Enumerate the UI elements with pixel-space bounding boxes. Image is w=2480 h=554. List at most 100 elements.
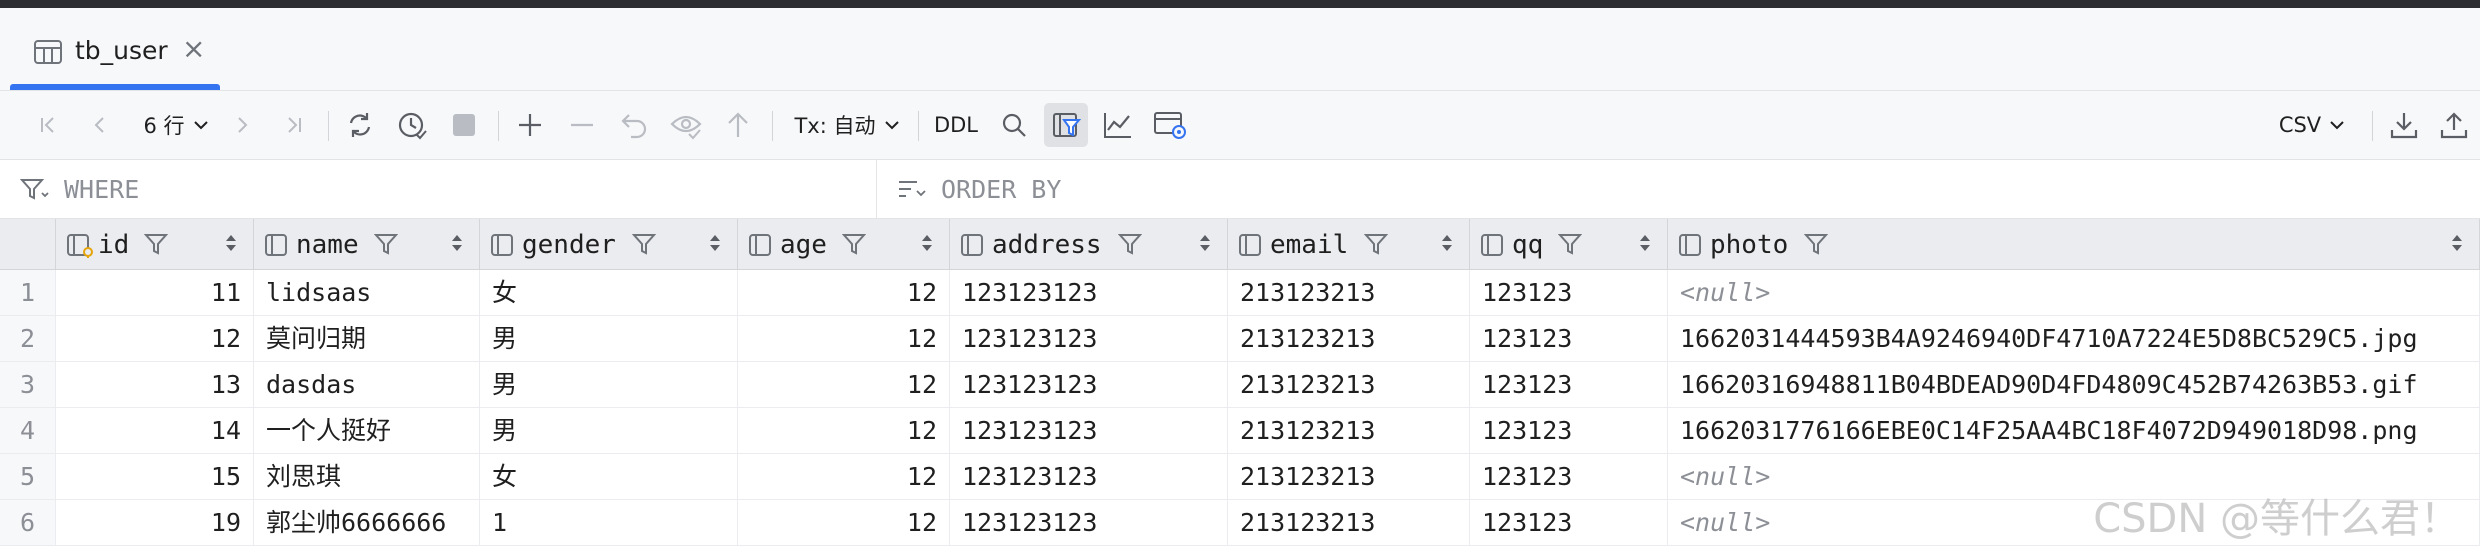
cell-qq[interactable]: 123123 bbox=[1470, 408, 1668, 453]
cell-id[interactable]: 12 bbox=[56, 316, 254, 361]
column-filter-icon[interactable] bbox=[1117, 233, 1143, 259]
sort-arrows-icon[interactable] bbox=[1440, 232, 1454, 254]
order-by-input[interactable]: ORDER BY bbox=[877, 160, 2477, 218]
last-page-icon[interactable] bbox=[272, 103, 316, 147]
cell-qq[interactable]: 123123 bbox=[1470, 270, 1668, 315]
cell-qq[interactable]: 123123 bbox=[1470, 362, 1668, 407]
cell-photo[interactable]: 1662031444593B4A9246940DF4710A7224E5D8BC… bbox=[1668, 316, 2480, 361]
cell-email[interactable]: 213123213 bbox=[1228, 500, 1470, 545]
sort-arrows-icon[interactable] bbox=[450, 232, 464, 254]
cell-address[interactable]: 123123123 bbox=[950, 408, 1228, 453]
cell-qq[interactable]: 123123 bbox=[1470, 316, 1668, 361]
cell-photo[interactable]: 16620316948811B04BDEAD90D4FD4809C452B742… bbox=[1668, 362, 2480, 407]
search-icon[interactable] bbox=[992, 103, 1036, 147]
cell-qq[interactable]: 123123 bbox=[1470, 500, 1668, 545]
download-icon[interactable] bbox=[2382, 103, 2426, 147]
column-filter-icon[interactable] bbox=[841, 233, 867, 259]
filter-toggle-icon[interactable] bbox=[1044, 103, 1088, 147]
preview-changes-icon[interactable] bbox=[664, 103, 708, 147]
transaction-mode-dropdown[interactable]: Tx: 自动 bbox=[790, 103, 904, 147]
cell-name[interactable]: 莫问归期 bbox=[254, 316, 480, 361]
cell-gender[interactable]: 女 bbox=[480, 454, 738, 499]
refresh-icon[interactable] bbox=[338, 103, 382, 147]
column-filter-icon[interactable] bbox=[1557, 233, 1583, 259]
column-header-address[interactable]: address bbox=[950, 219, 1228, 269]
cell-photo[interactable]: <null> bbox=[1668, 270, 2480, 315]
column-filter-icon[interactable] bbox=[631, 233, 657, 259]
cell-name[interactable]: lidsaas bbox=[254, 270, 480, 315]
upload-icon[interactable] bbox=[2432, 103, 2476, 147]
sort-arrows-icon[interactable] bbox=[2450, 232, 2464, 254]
submit-up-arrow-icon[interactable] bbox=[716, 103, 760, 147]
cell-id[interactable]: 14 bbox=[56, 408, 254, 453]
first-page-icon[interactable] bbox=[26, 103, 70, 147]
column-header-email[interactable]: email bbox=[1228, 219, 1470, 269]
column-filter-icon[interactable] bbox=[1363, 233, 1389, 259]
table-row[interactable]: 3 13 dasdas 男 12 123123123 213123213 123123 1662… bbox=[0, 362, 2480, 408]
cell-email[interactable]: 213123213 bbox=[1228, 270, 1470, 315]
cell-id[interactable]: 11 bbox=[56, 270, 254, 315]
where-filter-input[interactable]: WHERE bbox=[0, 160, 877, 218]
add-row-icon[interactable] bbox=[508, 103, 552, 147]
column-filter-icon[interactable] bbox=[143, 233, 169, 259]
table-row[interactable]: 2 12 莫问归期男 12 123123123 213123213 123123 166203… bbox=[0, 316, 2480, 362]
cell-age[interactable]: 12 bbox=[738, 454, 950, 499]
cell-age[interactable]: 12 bbox=[738, 500, 950, 545]
cell-qq[interactable]: 123123 bbox=[1470, 454, 1668, 499]
cell-age[interactable]: 12 bbox=[738, 270, 950, 315]
tab-tb-user[interactable]: tb_user × bbox=[10, 8, 220, 90]
column-header-gender[interactable]: gender bbox=[480, 219, 738, 269]
cell-photo[interactable]: 1662031776166EBE0C14F25AA4BC18F4072D9490… bbox=[1668, 408, 2480, 453]
cell-age[interactable]: 12 bbox=[738, 362, 950, 407]
table-row[interactable]: 4 14 一个人挺好男 12 123123123 213123213 123123 16620… bbox=[0, 408, 2480, 454]
cell-gender[interactable]: 男 bbox=[480, 408, 738, 453]
close-icon[interactable]: × bbox=[182, 32, 205, 65]
cell-address[interactable]: 123123123 bbox=[950, 500, 1228, 545]
column-header-photo[interactable]: photo bbox=[1668, 219, 2480, 269]
previous-page-icon[interactable] bbox=[78, 103, 122, 147]
stop-icon[interactable] bbox=[442, 103, 486, 147]
column-filter-icon[interactable] bbox=[1803, 233, 1829, 259]
cell-age[interactable]: 12 bbox=[738, 408, 950, 453]
cell-email[interactable]: 213123213 bbox=[1228, 316, 1470, 361]
sort-arrows-icon[interactable] bbox=[1198, 232, 1212, 254]
remove-row-icon[interactable] bbox=[560, 103, 604, 147]
cell-email[interactable]: 213123213 bbox=[1228, 362, 1470, 407]
cell-name[interactable]: 刘思琪 bbox=[254, 454, 480, 499]
cell-id[interactable]: 19 bbox=[56, 500, 254, 545]
row-number[interactable]: 3 bbox=[0, 362, 56, 407]
column-header-id[interactable]: id bbox=[56, 219, 254, 269]
cell-gender[interactable]: 男 bbox=[480, 316, 738, 361]
ddl-button[interactable]: DDL bbox=[928, 103, 984, 147]
view-settings-icon[interactable] bbox=[1148, 103, 1192, 147]
cell-id[interactable]: 15 bbox=[56, 454, 254, 499]
cell-name[interactable]: 郭尘帅6666666 bbox=[254, 500, 480, 545]
column-filter-icon[interactable] bbox=[373, 233, 399, 259]
column-header-age[interactable]: age bbox=[738, 219, 950, 269]
column-header-qq[interactable]: qq bbox=[1470, 219, 1668, 269]
cell-email[interactable]: 213123213 bbox=[1228, 408, 1470, 453]
cell-address[interactable]: 123123123 bbox=[950, 362, 1228, 407]
export-format-dropdown[interactable]: CSV bbox=[2270, 103, 2354, 147]
cell-age[interactable]: 12 bbox=[738, 316, 950, 361]
sort-arrows-icon[interactable] bbox=[920, 232, 934, 254]
cell-name[interactable]: 一个人挺好 bbox=[254, 408, 480, 453]
cell-address[interactable]: 123123123 bbox=[950, 270, 1228, 315]
row-number[interactable]: 4 bbox=[0, 408, 56, 453]
cell-email[interactable]: 213123213 bbox=[1228, 454, 1470, 499]
row-number[interactable]: 6 bbox=[0, 500, 56, 545]
cell-name[interactable]: dasdas bbox=[254, 362, 480, 407]
cell-address[interactable]: 123123123 bbox=[950, 316, 1228, 361]
column-header-name[interactable]: name bbox=[254, 219, 480, 269]
next-page-icon[interactable] bbox=[220, 103, 264, 147]
sort-arrows-icon[interactable] bbox=[224, 232, 238, 254]
table-row[interactable]: 1 11 lidsaas 女 12 123123123 213123213 123123 <nu… bbox=[0, 270, 2480, 316]
row-number[interactable]: 5 bbox=[0, 454, 56, 499]
cell-gender[interactable]: 女 bbox=[480, 270, 738, 315]
cell-id[interactable]: 13 bbox=[56, 362, 254, 407]
row-number[interactable]: 2 bbox=[0, 316, 56, 361]
row-number[interactable]: 1 bbox=[0, 270, 56, 315]
sort-arrows-icon[interactable] bbox=[708, 232, 722, 254]
revert-icon[interactable] bbox=[612, 103, 656, 147]
page-size-dropdown[interactable]: 6 行 bbox=[134, 103, 218, 147]
